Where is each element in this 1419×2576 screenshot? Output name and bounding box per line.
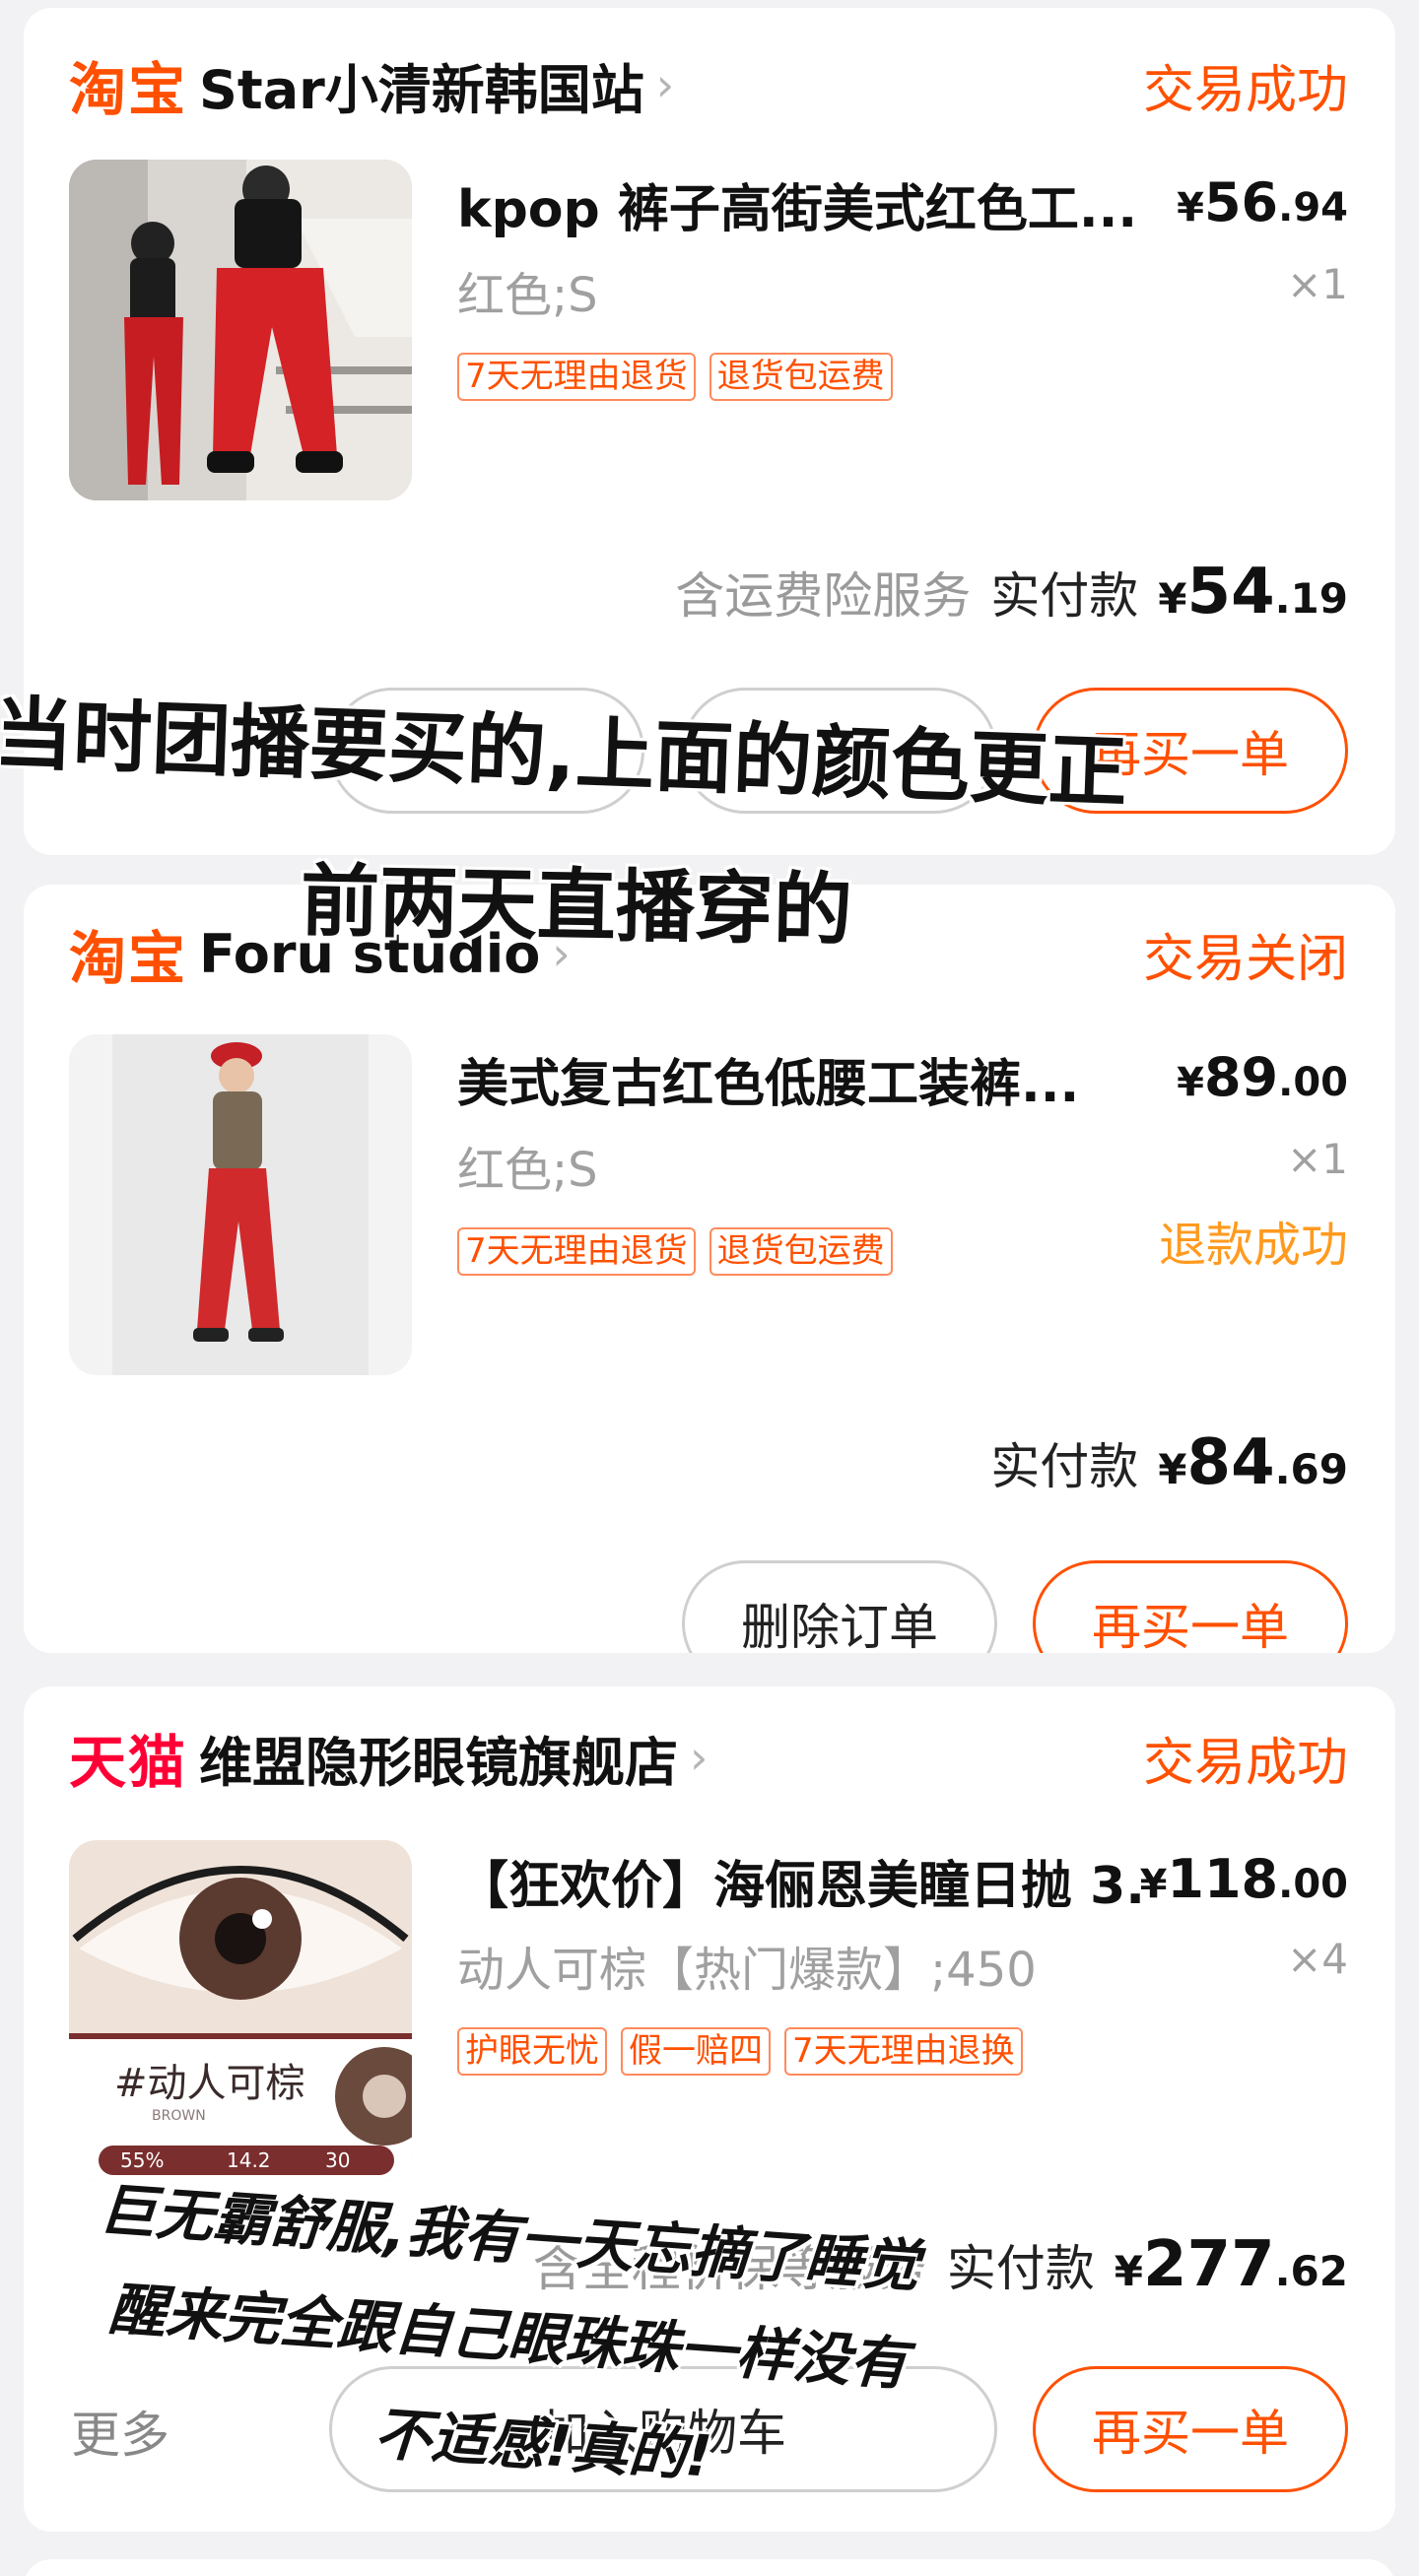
lens-spec: 14.2 (227, 2148, 271, 2172)
amount-int: 84 (1186, 1426, 1275, 1499)
unit-price: ¥89.00 (1177, 1046, 1348, 1108)
product-title[interactable]: 美式复古红色低腰工装裤... (457, 1042, 1167, 1116)
overlay-caption: 前两天直播穿的 (299, 854, 855, 958)
order-card: 淘宝 Foru studio › 交易关闭 美式复古红色低腰工装裤... ¥89… (24, 885, 1395, 1653)
payment-summary: 实付款 ¥84.69 (990, 1426, 1348, 1499)
shop-header[interactable]: 淘宝 Star小清新韩国站 › 交易成功 (69, 45, 1348, 124)
refund-status[interactable]: 退款成功 (1159, 1206, 1348, 1275)
service-tag: 假一赔四 (621, 2027, 771, 2076)
price-dec: .00 (1278, 1862, 1348, 1907)
service-tag: 退货包运费 (709, 1227, 893, 1276)
amount-dec: .69 (1274, 1445, 1348, 1493)
taobao-logo: 淘宝 (69, 56, 188, 123)
price-dec: .00 (1278, 1060, 1348, 1105)
chevron-right-icon: › (655, 58, 675, 111)
quantity: ×1 (1287, 260, 1348, 308)
buy-again-button[interactable]: 再买一单 (1033, 1560, 1348, 1653)
lens-spec: 30 (325, 2148, 350, 2172)
taobao-logo: 淘宝 (69, 925, 188, 992)
product-variant: 红色;S (457, 1143, 598, 1198)
order-status: 交易成功 (1142, 60, 1348, 120)
tmall-logo: 天猫 (69, 1729, 188, 1796)
lens-sub: BROWN (152, 2108, 206, 2124)
amount-int: 54 (1186, 556, 1275, 628)
product-title[interactable]: kpop 裤子高街美式红色工... (457, 167, 1167, 241)
service-tags: 7天无理由退货 退货包运费 (457, 1227, 893, 1276)
lens-label: #动人可棕 (114, 2061, 305, 2106)
product-thumbnail[interactable] (69, 1034, 412, 1375)
chevron-right-icon: › (690, 1731, 709, 1784)
unit-price: ¥118.00 (1140, 1848, 1348, 1910)
product-thumbnail[interactable] (69, 160, 412, 500)
shop-name[interactable]: Star小清新韩国站 (199, 46, 644, 124)
order-status: 交易成功 (1142, 1733, 1348, 1793)
next-order-card-partial (24, 2559, 1395, 2576)
product-image (69, 1034, 412, 1375)
order-status: 交易关闭 (1142, 929, 1348, 989)
product-thumbnail[interactable]: #动人可棕 BROWN 55% 14.2 30 (69, 1840, 412, 2181)
service-note: 含运费险服务 (675, 567, 972, 625)
paid-label: 实付款 (990, 1438, 1139, 1495)
currency-symbol: ¥ (1158, 1445, 1187, 1493)
quantity: ×1 (1287, 1135, 1348, 1183)
price-int: 89 (1203, 1046, 1279, 1108)
product-variant: 红色;S (457, 268, 598, 323)
amount-dec: .19 (1274, 574, 1348, 623)
delete-order-button[interactable]: 删除订单 (682, 1560, 997, 1653)
currency-symbol: ¥ (1158, 574, 1187, 623)
product-title[interactable]: 【狂欢价】海俪恩美瞳日抛 3... (457, 1844, 1147, 1918)
product-variant: 动人可棕【热门爆款】;450 (457, 1943, 1037, 1998)
product-image (69, 160, 412, 500)
paid-label: 实付款 (990, 567, 1139, 625)
service-tag: 7天无理由退货 (457, 353, 696, 401)
more-actions-link[interactable]: 更多 (71, 2396, 169, 2467)
currency-symbol: ¥ (1177, 185, 1204, 231)
price-dec: .94 (1278, 185, 1348, 231)
paid-label: 实付款 (946, 2240, 1095, 2297)
price-int: 118 (1167, 1848, 1279, 1910)
service-tag: 退货包运费 (709, 353, 893, 401)
shop-name[interactable]: 维盟隐形眼镜旗舰店 (199, 1719, 678, 1797)
service-tag: 护眼无忧 (457, 2027, 607, 2076)
payment-summary: 含运费险服务 实付款 ¥54.19 (675, 556, 1348, 628)
service-tag: 7天无理由退换 (784, 2027, 1023, 2076)
amount-int: 277 (1143, 2228, 1275, 2301)
shop-header[interactable]: 天猫 维盟隐形眼镜旗舰店 › 交易成功 (69, 1718, 1348, 1797)
service-tag: 7天无理由退货 (457, 1227, 696, 1276)
paid-amount: ¥277.62 (1115, 2228, 1348, 2301)
quantity: ×4 (1287, 1935, 1348, 1983)
product-image: #动人可棕 BROWN 55% 14.2 30 (69, 1840, 412, 2181)
service-tags: 护眼无忧 假一赔四 7天无理由退换 (457, 2027, 1023, 2076)
service-tags: 7天无理由退货 退货包运费 (457, 353, 893, 401)
price-int: 56 (1203, 171, 1279, 233)
paid-amount: ¥84.69 (1158, 1426, 1348, 1499)
currency-symbol: ¥ (1114, 2247, 1143, 2295)
currency-symbol: ¥ (1139, 1862, 1168, 1907)
currency-symbol: ¥ (1177, 1060, 1204, 1105)
order-card: 天猫 维盟隐形眼镜旗舰店 › 交易成功 #动人可棕 BROWN 55% 14.2… (24, 1686, 1395, 2532)
paid-amount: ¥54.19 (1158, 556, 1348, 628)
amount-dec: .62 (1274, 2247, 1348, 2295)
buy-again-button[interactable]: 再买一单 (1033, 2366, 1348, 2492)
unit-price: ¥56.94 (1177, 171, 1348, 233)
